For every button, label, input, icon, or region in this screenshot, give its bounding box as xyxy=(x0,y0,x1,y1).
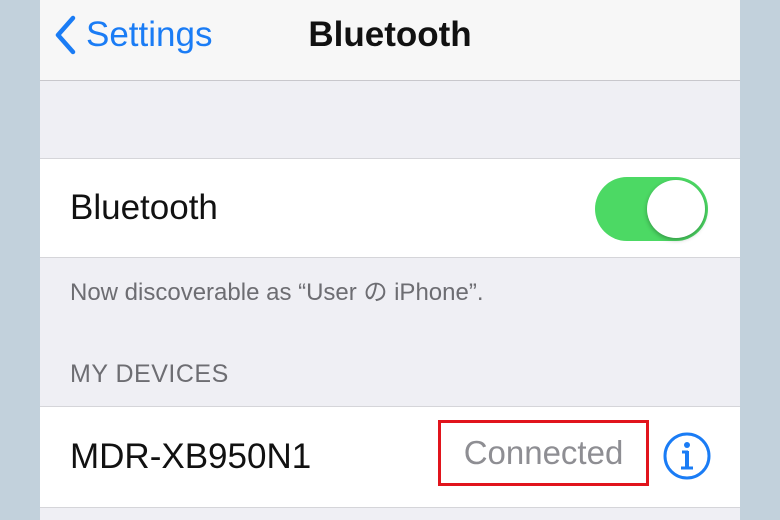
my-devices-header: MY DEVICES xyxy=(70,360,229,388)
bluetooth-toggle[interactable] xyxy=(595,177,708,241)
connection-status: Connected xyxy=(463,434,624,471)
device-row[interactable]: MDR-XB950N1 Connected xyxy=(40,406,740,508)
bluetooth-row: Bluetooth xyxy=(40,158,740,258)
page-title: Bluetooth xyxy=(308,15,472,54)
info-icon[interactable] xyxy=(662,431,712,486)
navigation-bar: Settings Bluetooth xyxy=(40,0,740,81)
device-name: MDR-XB950N1 xyxy=(70,437,312,476)
toggle-knob[interactable] xyxy=(647,180,705,238)
bluetooth-label: Bluetooth xyxy=(70,188,218,227)
settings-screen: Settings Bluetooth Bluetooth Now discove… xyxy=(40,0,740,520)
connection-status-highlight: Connected xyxy=(438,420,649,486)
discoverable-note: Now discoverable as “User の iPhone”. xyxy=(70,279,484,306)
